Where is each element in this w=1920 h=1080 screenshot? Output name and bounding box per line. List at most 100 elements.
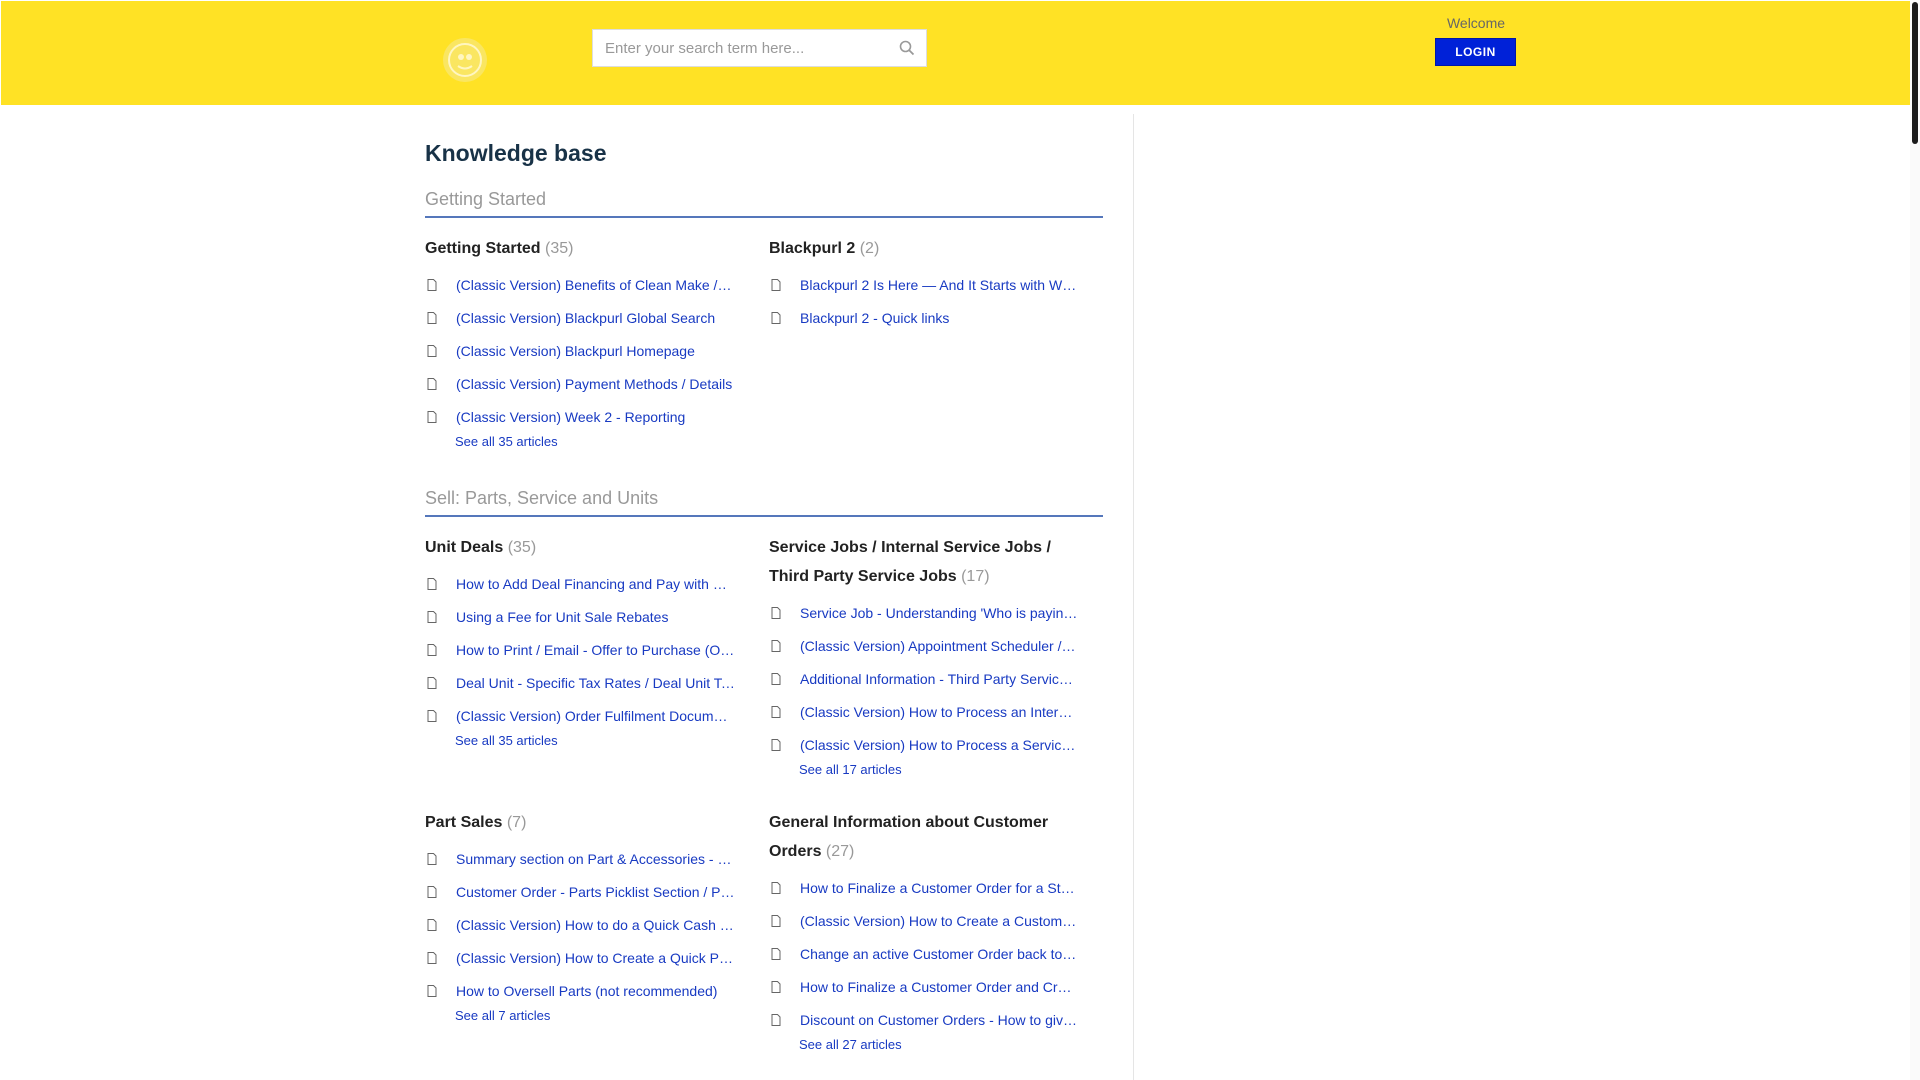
folder-name[interactable]: Unit Deals <box>425 539 503 556</box>
list-item: Customer Order - Parts Picklist Section … <box>425 875 735 908</box>
document-icon <box>427 311 437 324</box>
list-item: (Classic Version) How to Process an Inte… <box>769 695 1079 728</box>
article-count: (35) <box>507 539 537 556</box>
folder-name[interactable]: General Information about Customer Order… <box>769 814 1048 860</box>
document-icon <box>771 705 781 718</box>
article-link[interactable]: Additional Information - Third Party Ser… <box>800 671 1079 687</box>
list-item: (Classic Version) Order Fulfilment Docum… <box>425 699 735 732</box>
article-link[interactable]: (Classic Version) Benefits of Clean Make… <box>456 277 735 293</box>
page-scrollbar[interactable] <box>1910 0 1920 1080</box>
list-item: Summary section on Part & Accessories - … <box>425 842 735 875</box>
article-count: (2) <box>859 240 880 257</box>
folder-name[interactable]: Getting Started <box>425 240 541 257</box>
list-item: Service Job - Understanding 'Who is payi… <box>769 596 1079 629</box>
document-icon <box>771 1013 781 1026</box>
folder-title[interactable]: Blackpurl 2 (2) <box>769 234 1069 263</box>
article-link[interactable]: (Classic Version) How to Create a Custom… <box>800 913 1079 929</box>
list-item: How to Add Deal Financing and Pay with F… <box>425 567 735 600</box>
logo-icon[interactable] <box>441 36 489 84</box>
article-link[interactable]: (Classic Version) Order Fulfilment Docum… <box>456 708 735 724</box>
document-icon <box>771 914 781 927</box>
article-link[interactable]: Discount on Customer Orders - How to giv… <box>800 1012 1079 1028</box>
document-icon <box>771 672 781 685</box>
folder-title[interactable]: Getting Started (35) <box>425 234 725 263</box>
article-link[interactable]: (Classic Version) Appointment Scheduler … <box>800 638 1079 654</box>
login-button[interactable]: LOGIN <box>1435 38 1516 66</box>
folder-part-sales: Part Sales (7) Summary section on Part &… <box>425 808 745 1023</box>
search-icon[interactable] <box>898 39 916 57</box>
folder-name[interactable]: Blackpurl 2 <box>769 240 855 257</box>
search-input[interactable] <box>593 30 895 66</box>
article-link[interactable]: Change an active Customer Order back to … <box>800 946 1079 962</box>
folder-name[interactable]: Service Jobs / Internal Service Jobs / T… <box>769 539 1051 585</box>
document-icon <box>427 885 437 898</box>
list-item: (Classic Version) Appointment Scheduler … <box>769 629 1079 662</box>
welcome-text: Welcome <box>1446 15 1506 31</box>
list-item: Using a Fee for Unit Sale Rebates <box>425 600 735 633</box>
document-icon <box>427 676 437 689</box>
article-link[interactable]: Blackpurl 2 - Quick links <box>800 310 1079 326</box>
list-item: (Classic Version) Week 2 - Reporting <box>425 400 735 433</box>
folder-title[interactable]: Unit Deals (35) <box>425 533 725 562</box>
list-item: Change an active Customer Order back to … <box>769 937 1079 970</box>
article-count: (35) <box>545 240 574 257</box>
document-icon <box>427 984 437 997</box>
list-item: How to Print / Email - Offer to Purchase… <box>425 633 735 666</box>
article-link[interactable]: (Classic Version) How to do a Quick Cash… <box>456 917 735 933</box>
section-title-getting-started[interactable]: Getting Started <box>425 188 1103 218</box>
see-all-link[interactable]: See all 35 articles <box>455 434 745 449</box>
article-link[interactable]: Blackpurl 2 Is Here — And It Starts with… <box>800 277 1079 293</box>
list-item: (Classic Version) Payment Methods / Deta… <box>425 367 735 400</box>
article-link[interactable]: How to Oversell Parts (not recommended) <box>456 983 735 999</box>
article-link[interactable]: Using a Fee for Unit Sale Rebates <box>456 609 735 625</box>
header-bar: Welcome LOGIN <box>1 1 1910 105</box>
main-content: Knowledge base Getting Started Getting S… <box>425 114 1134 1080</box>
article-link[interactable]: How to Finalize a Customer Order and Cre… <box>800 979 1079 995</box>
document-icon <box>771 606 781 619</box>
document-icon <box>427 278 437 291</box>
folder-title[interactable]: Part Sales (7) <box>425 808 725 837</box>
list-item: How to Finalize a Customer Order and Cre… <box>769 970 1079 1003</box>
list-item: (Classic Version) Benefits of Clean Make… <box>425 268 735 301</box>
list-item: (Classic Version) How to Create a Custom… <box>769 904 1079 937</box>
see-all-link[interactable]: See all 27 articles <box>799 1037 1089 1052</box>
article-count: (7) <box>506 814 527 831</box>
article-link[interactable]: Service Job - Understanding 'Who is payi… <box>800 605 1079 621</box>
search-box <box>592 29 927 67</box>
see-all-link[interactable]: See all 35 articles <box>455 733 745 748</box>
document-icon <box>427 577 437 590</box>
folder-name[interactable]: Part Sales <box>425 814 502 831</box>
document-icon <box>427 852 437 865</box>
folder-blackpurl-2: Blackpurl 2 (2) Blackpurl 2 Is Here — An… <box>769 234 1089 334</box>
article-link[interactable]: (Classic Version) Blackpurl Global Searc… <box>456 310 735 326</box>
folder-getting-started: Getting Started (35) (Classic Version) B… <box>425 234 745 449</box>
article-link[interactable]: (Classic Version) Payment Methods / Deta… <box>456 376 735 392</box>
article-link[interactable]: Customer Order - Parts Picklist Section … <box>456 884 735 900</box>
document-icon <box>771 947 781 960</box>
article-count: (17) <box>961 568 990 585</box>
article-link[interactable]: How to Finalize a Customer Order for a S… <box>800 880 1079 896</box>
article-link[interactable]: (Classic Version) How to Process an Inte… <box>800 704 1079 720</box>
article-link[interactable]: (Classic Version) How to Process a Servi… <box>800 737 1079 753</box>
article-link[interactable]: Deal Unit - Specific Tax Rates / Deal Un… <box>456 675 735 691</box>
page-title: Knowledge base <box>425 140 607 166</box>
article-link[interactable]: How to Print / Email - Offer to Purchase… <box>456 642 735 658</box>
document-icon <box>771 980 781 993</box>
article-count: (27) <box>825 843 855 860</box>
see-all-link[interactable]: See all 17 articles <box>799 762 1089 777</box>
document-icon <box>771 278 781 291</box>
section-title-sell[interactable]: Sell: Parts, Service and Units <box>425 487 1103 517</box>
scrollbar-thumb[interactable] <box>1912 2 1918 144</box>
article-link[interactable]: (Classic Version) How to Create a Quick … <box>456 950 735 966</box>
article-link[interactable]: (Classic Version) Week 2 - Reporting <box>456 409 735 425</box>
document-icon <box>771 738 781 751</box>
list-item: (Classic Version) How to Create a Quick … <box>425 941 735 974</box>
list-item: (Classic Version) Blackpurl Homepage <box>425 334 735 367</box>
folder-title[interactable]: Service Jobs / Internal Service Jobs / T… <box>769 533 1069 591</box>
article-link[interactable]: (Classic Version) Blackpurl Homepage <box>456 343 735 359</box>
article-link[interactable]: Summary section on Part & Accessories - … <box>456 851 735 867</box>
folder-title[interactable]: General Information about Customer Order… <box>769 808 1069 866</box>
see-all-link[interactable]: See all 7 articles <box>455 1008 745 1023</box>
folder-service-jobs: Service Jobs / Internal Service Jobs / T… <box>769 533 1089 777</box>
article-link[interactable]: How to Add Deal Financing and Pay with F… <box>456 576 735 592</box>
